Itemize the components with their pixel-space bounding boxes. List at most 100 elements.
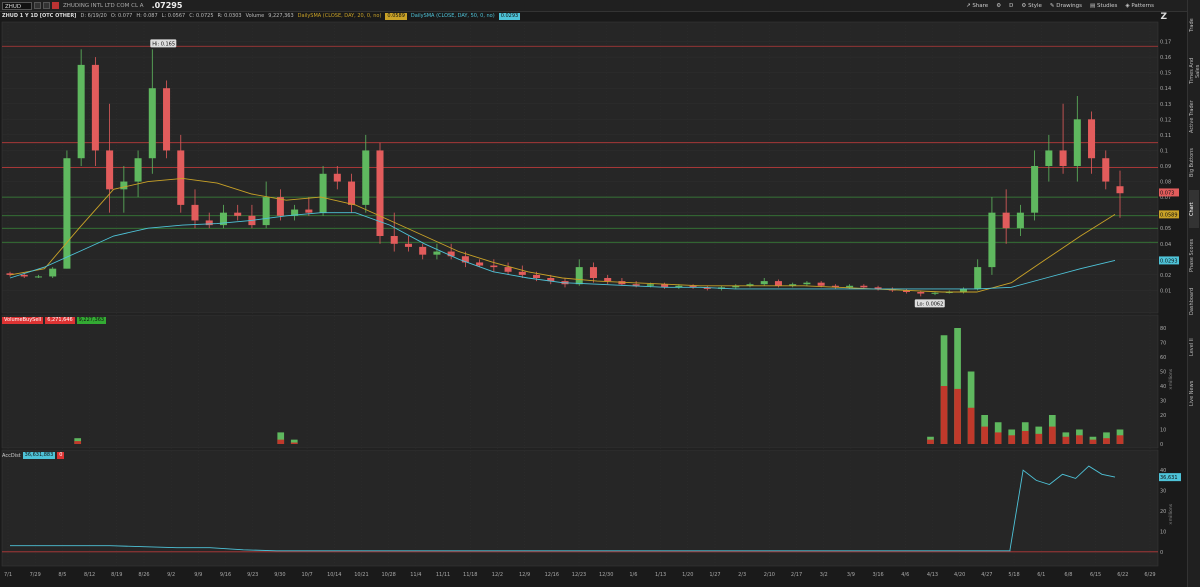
candle-body [575, 267, 583, 285]
volume-sell-bar [981, 426, 988, 444]
price-tick-label: 0.11 [1160, 133, 1171, 139]
x-tick-label: 4/20 [954, 572, 965, 578]
candle-body [504, 267, 512, 272]
x-tick-label: 10/28 [381, 572, 395, 578]
candle-body [1045, 150, 1053, 166]
volume-tick-label: 20 [1160, 413, 1166, 419]
volume-panel-header: VolumeBuySell 6,271,646 9,227,363 [2, 317, 107, 324]
sidebar-tab-level-ii[interactable]: Level II [1189, 328, 1199, 366]
candle-body [760, 281, 768, 285]
sidebar-tab-phase-scores[interactable]: Phase Scores [1189, 236, 1199, 274]
candle-body [1073, 119, 1081, 166]
candle-body [63, 158, 71, 269]
candle-body [917, 292, 925, 294]
volume-sell-bar [1008, 435, 1016, 444]
x-tick-label: 9/30 [274, 572, 285, 578]
candle-body [191, 204, 199, 221]
accdist-tick-label: 10 [1160, 529, 1166, 535]
candle-body [20, 274, 28, 277]
price-tick-label: 0.14 [1160, 86, 1171, 92]
sidebar-tab-big-buttons[interactable]: Big Buttons [1189, 144, 1199, 182]
x-tick-label: 3/2 [820, 572, 828, 578]
sma20-chip: 0.0589 [1160, 212, 1178, 218]
candle-body [604, 278, 612, 282]
price-tick-label: 0.02 [1160, 273, 1171, 279]
candle-body [931, 292, 939, 294]
candle-body [49, 268, 57, 277]
x-tick-label: 4/27 [981, 572, 992, 578]
x-tick-label: 10/7 [301, 572, 312, 578]
volume-sell-value: 6,271,646 [45, 317, 75, 324]
candle-body [234, 212, 242, 216]
accdist-tick-label: 30 [1160, 489, 1166, 495]
x-tick-label: 12/2 [492, 572, 503, 578]
x-tick-label: 7/1 [4, 572, 12, 578]
accdist-tick-label: 20 [1160, 509, 1166, 515]
candle-body [1016, 212, 1024, 229]
x-tick-label: 4/6 [901, 572, 909, 578]
price-tick-label: 0.1 [1160, 148, 1168, 154]
candle-body [817, 282, 825, 286]
accdist-value: 36,631,883 [22, 452, 56, 459]
candle-body [34, 276, 42, 278]
accdist-chip: 36,631 [1160, 475, 1178, 481]
accdist-label: AccDist [2, 452, 21, 459]
candle-body [333, 173, 341, 182]
sidebar-tab-active-trader[interactable]: Active Trader [1189, 98, 1199, 136]
x-tick-label: 12/16 [545, 572, 559, 578]
x-tick-label: 5/18 [1008, 572, 1019, 578]
candle-body [106, 150, 114, 190]
volume-tick-label: 0 [1160, 442, 1163, 448]
candle-body [120, 181, 128, 190]
x-tick-label: 12/30 [599, 572, 613, 578]
x-tick-label: 1/13 [655, 572, 666, 578]
volume-sell-bar [74, 441, 82, 444]
volume-sell-bar [954, 388, 961, 444]
candle-body [163, 88, 171, 151]
candle-body [390, 236, 398, 244]
right-sidebar: Trade Times And Sales Active Trader Big But… [1187, 0, 1200, 587]
sidebar-tab-dashboard[interactable]: Dashboard [1189, 282, 1199, 320]
x-tick-label: 2/3 [738, 572, 746, 578]
volume-tick-label: 30 [1160, 399, 1166, 405]
candle-body [774, 281, 782, 286]
volume-panel-label: VolumeBuySell [2, 317, 44, 324]
candle-body [348, 181, 356, 205]
candle-body [1088, 119, 1096, 159]
candle-body [91, 64, 99, 151]
sidebar-tab-chart[interactable]: Chart [1189, 190, 1199, 228]
candle-body [589, 267, 597, 278]
volume-sell-bar [1021, 430, 1029, 444]
price-tick-label: 0.09 [1160, 164, 1171, 170]
volume-buy-value: 9,227,363 [76, 317, 107, 324]
volume-tick-label: 40 [1160, 384, 1166, 390]
lo-label: Lo: 0.0062 [917, 301, 944, 307]
sidebar-tab-trade[interactable]: Trade [1189, 6, 1199, 44]
chart-canvas[interactable]: 0.17 0.16 0.15 0.14 0.13 0.12 0.11 0.1 0.09 0.08 0… [0, 0, 1188, 587]
x-tick-label: 9/16 [220, 572, 231, 578]
candle-body [959, 288, 967, 292]
volume-tick-label: 50 [1160, 370, 1166, 376]
x-tick-label: 9/2 [167, 572, 175, 578]
sidebar-tab-live-news[interactable]: Live News [1189, 374, 1199, 412]
candle-body [533, 274, 541, 278]
volume-sell-bar [1048, 426, 1056, 444]
x-tick-label: 11/4 [410, 572, 421, 578]
volume-sell-bar [967, 407, 975, 444]
x-tick-label: 6/22 [1117, 572, 1128, 578]
x-tick-label: 8/12 [84, 572, 95, 578]
hi-label: Hi: 0.165 [152, 41, 175, 47]
accdist-extra: 0 [57, 452, 65, 459]
candle-body [404, 243, 412, 247]
price-tick-label: 0.12 [1160, 117, 1171, 123]
volume-sell-bar [927, 439, 934, 444]
x-tick-label: 2/17 [791, 572, 802, 578]
volume-sell-bar [1076, 435, 1083, 444]
x-tick-label: 8/19 [111, 572, 122, 578]
candle-body [974, 267, 982, 289]
candle-body [1102, 158, 1110, 182]
candle-body [988, 212, 996, 268]
sidebar-tab-times-and-sales[interactable]: Times And Sales [1189, 52, 1200, 90]
x-tick-label: 9/23 [247, 572, 258, 578]
volume-tick-label: 60 [1160, 355, 1166, 361]
